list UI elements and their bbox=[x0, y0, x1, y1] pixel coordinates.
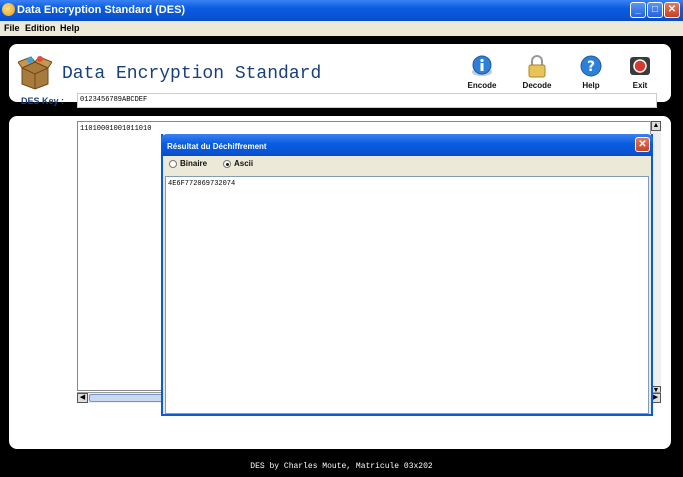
decryption-result-dialog: Résultat du Déchiffrement ✕ Binaire Asci… bbox=[161, 134, 653, 416]
exit-icon bbox=[630, 57, 650, 75]
info-icon bbox=[472, 55, 492, 76]
scroll-up-icon[interactable]: ▲ bbox=[651, 121, 661, 131]
close-button[interactable]: ✕ bbox=[664, 2, 680, 18]
encode-label: Encode bbox=[467, 81, 497, 90]
maximize-button[interactable]: □ bbox=[647, 2, 663, 18]
window-titlebar[interactable]: Data Encryption Standard (DES) _ □ ✕ bbox=[0, 0, 683, 21]
menu-edition[interactable]: Edition bbox=[25, 23, 56, 33]
menu-file[interactable]: File bbox=[4, 23, 20, 33]
exit-label: Exit bbox=[632, 81, 648, 90]
padlock-icon bbox=[528, 55, 546, 78]
page-title: Data Encryption Standard bbox=[62, 64, 322, 84]
radio-button-selected-icon[interactable] bbox=[223, 160, 231, 168]
box-logo-icon bbox=[18, 56, 52, 90]
radio-label: Binaire bbox=[180, 159, 208, 168]
des-key-input[interactable]: 0123456789ABCDEF bbox=[77, 93, 657, 108]
dialog-titlebar[interactable]: Résultat du Déchiffrement bbox=[161, 134, 653, 156]
dialog-close-button[interactable]: ✕ bbox=[635, 137, 650, 152]
result-textarea[interactable]: 4E6F772069732074 bbox=[165, 176, 649, 414]
window-title: Data Encryption Standard (DES) bbox=[17, 4, 186, 16]
menu-help[interactable]: Help bbox=[60, 23, 80, 33]
help-icon: ? bbox=[580, 55, 602, 77]
status-bar: DES by Charles Moute, Matricule 03x202 bbox=[0, 457, 683, 477]
app-icon bbox=[2, 3, 15, 16]
svg-text:?: ? bbox=[587, 59, 595, 75]
minimize-button[interactable]: _ bbox=[630, 2, 646, 18]
scroll-left-icon[interactable]: ◀ bbox=[77, 393, 88, 403]
des-key-label: DES Key : bbox=[21, 96, 65, 106]
app-window: Data Encryption Standard (DES) _ □ ✕ Fil… bbox=[0, 0, 683, 477]
menu-bar: File Edition Help bbox=[0, 21, 683, 36]
radio-label: Ascii bbox=[234, 159, 254, 168]
help-label: Help bbox=[582, 81, 600, 90]
decode-label: Decode bbox=[522, 81, 552, 90]
radio-button-icon[interactable] bbox=[169, 160, 177, 168]
dialog-title: Résultat du Déchiffrement bbox=[167, 142, 267, 151]
